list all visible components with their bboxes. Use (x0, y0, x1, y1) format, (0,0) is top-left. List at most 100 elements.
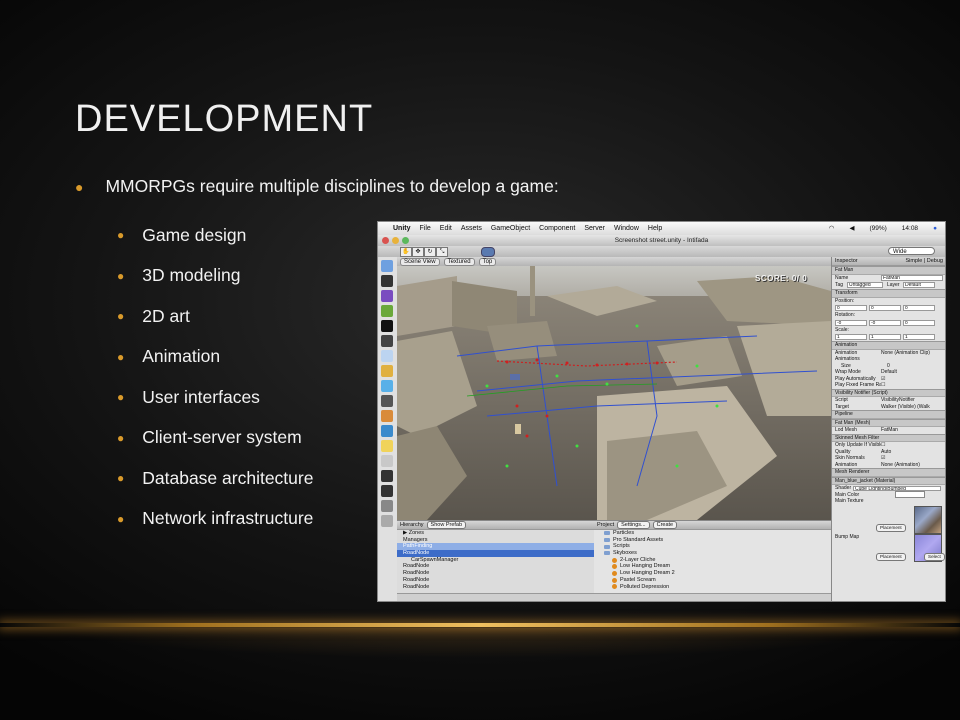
checkbox-icon[interactable]: ☐ (881, 442, 943, 448)
app-icon[interactable] (381, 470, 393, 482)
hand-tool-icon[interactable]: ✋ (400, 247, 412, 257)
object-header[interactable]: Fat Man (832, 266, 945, 275)
app-icon[interactable] (381, 305, 393, 317)
transform-header[interactable]: Transform (832, 289, 945, 298)
hierarchy-row[interactable]: CarSpawnManager (397, 557, 594, 564)
pipeline-header[interactable]: Pipeline (832, 410, 945, 419)
move-tool-icon[interactable]: ✥ (412, 247, 424, 257)
position-z[interactable]: 0 (903, 305, 935, 311)
menu-app[interactable]: Unity (393, 225, 411, 232)
project-row[interactable]: Pro Standard Assets (604, 537, 831, 544)
material-header[interactable]: Man_blue_jacket (Material) (832, 476, 945, 485)
mesh-header[interactable]: Fat Man (Mesh) (832, 418, 945, 427)
app-icon[interactable] (381, 440, 393, 452)
checkbox-icon[interactable]: ☑ (881, 376, 943, 382)
scene-view-tab[interactable]: Scene View (400, 257, 440, 266)
row-value[interactable]: Walker (Visible) (Walk (881, 404, 943, 410)
project-row[interactable]: Pastel Scream (604, 577, 831, 584)
mail-icon[interactable] (381, 350, 393, 362)
view-mode-dropdown[interactable]: Top (478, 257, 497, 266)
hierarchy-row[interactable]: PathFinding (397, 543, 594, 551)
scale-x[interactable]: 1 (835, 334, 867, 340)
app-icon[interactable] (381, 455, 393, 467)
close-window-icon[interactable] (382, 237, 389, 244)
hierarchy-row[interactable]: RoadNode (397, 563, 594, 570)
scene-viewport[interactable] (397, 266, 831, 520)
menu-assets[interactable]: Assets (461, 225, 482, 232)
row-value[interactable]: FatMan (881, 427, 943, 433)
create-button[interactable]: Create (652, 521, 678, 529)
menu-edit[interactable]: Edit (440, 225, 452, 232)
layer-dropdown[interactable]: Default (903, 282, 935, 288)
menu-file[interactable]: File (420, 225, 431, 232)
clock-text[interactable]: 14:08 (902, 225, 918, 232)
unity-icon[interactable] (381, 395, 393, 407)
row-value[interactable]: VisibilityNotifier (881, 397, 943, 403)
project-row[interactable]: Scripts (604, 543, 831, 550)
visibility-header[interactable]: Visibility Notifier (Script) (832, 388, 945, 397)
color-swatch[interactable] (895, 491, 926, 499)
layout-dropdown[interactable]: Wide (888, 247, 935, 255)
shader-dropdown[interactable]: Cube Lighting/Bumped (853, 485, 941, 491)
placement-button[interactable]: Placement (876, 523, 906, 532)
project-row[interactable]: 2-Layer Cliche (604, 557, 831, 564)
zoom-window-icon[interactable] (402, 237, 409, 244)
minimize-window-icon[interactable] (392, 237, 399, 244)
scale-y[interactable]: 1 (869, 334, 901, 340)
menu-server[interactable]: Server (584, 225, 605, 232)
position-x[interactable]: 0 (835, 305, 867, 311)
settings-button[interactable]: Settings... (617, 521, 650, 529)
debug-label[interactable]: Debug (927, 258, 943, 264)
app-icon[interactable] (381, 410, 393, 422)
row-value[interactable]: 0 (887, 363, 943, 369)
row-value[interactable]: Default (881, 369, 943, 375)
placement-button[interactable]: Placement (876, 552, 906, 561)
rotation-x[interactable]: -0 (835, 319, 867, 326)
hierarchy-row[interactable]: RoadNode (397, 577, 594, 584)
volume-icon[interactable]: ◀ (849, 224, 854, 232)
spotlight-icon[interactable]: ● (933, 225, 937, 232)
hierarchy-row[interactable]: RoadNode (397, 584, 594, 591)
row-value[interactable]: Auto (881, 449, 943, 455)
project-row[interactable]: Low Hanging Dream (604, 563, 831, 570)
checkbox-icon[interactable]: ☐ (881, 382, 943, 388)
menu-help[interactable]: Help (648, 225, 662, 232)
rotation-y[interactable]: -0 (869, 319, 901, 326)
menu-window[interactable]: Window (614, 225, 639, 232)
project-row[interactable]: Particles (604, 530, 831, 537)
inspector-tab[interactable]: Inspector (835, 257, 858, 265)
position-y[interactable]: 0 (869, 305, 901, 311)
animation-header[interactable]: Animation (832, 341, 945, 350)
row-value[interactable]: None (Animation) (881, 462, 943, 468)
renderer-header[interactable]: Mesh Renderer (832, 468, 945, 477)
hierarchy-tab[interactable]: Hierarchy (400, 522, 424, 528)
app-icon[interactable] (381, 485, 393, 497)
hierarchy-row[interactable]: ▶ Zones (397, 530, 594, 537)
scale-tool-icon[interactable]: ⤡ (436, 247, 448, 257)
debug-toggle[interactable]: Simple | Debug (905, 257, 943, 265)
project-row[interactable]: Low Hanging Dream 2 (604, 570, 831, 577)
project-tab[interactable]: Project (597, 522, 614, 528)
main-texture-thumbnail[interactable] (914, 505, 942, 534)
battery-text[interactable]: (99%) (869, 225, 886, 232)
app-icon[interactable] (381, 290, 393, 302)
name-field[interactable]: FatMan (881, 275, 943, 281)
play-button[interactable] (481, 247, 495, 257)
rotation-z[interactable]: 0 (903, 319, 935, 326)
render-mode-dropdown[interactable]: Textured (443, 257, 475, 266)
clock-icon[interactable] (381, 275, 393, 287)
chat-icon[interactable] (381, 380, 393, 392)
hierarchy-row[interactable]: RoadNode (397, 570, 594, 577)
menu-gameobject[interactable]: GameObject (491, 225, 530, 232)
skinned-header[interactable]: Skinned Mesh Filter (832, 433, 945, 442)
app-icon[interactable] (381, 335, 393, 347)
show-prefab-button[interactable]: Show Prefab (426, 521, 467, 529)
hierarchy-row[interactable]: RoadNode (397, 550, 594, 557)
rotate-tool-icon[interactable]: ↻ (424, 247, 436, 257)
simple-label[interactable]: Simple (905, 258, 922, 264)
hierarchy-row[interactable]: Managers (397, 537, 594, 544)
select-button[interactable]: Select (924, 552, 945, 561)
project-row[interactable]: Polluted Depression (604, 584, 831, 591)
project-row[interactable]: Skyboxes (604, 550, 831, 557)
finder-icon[interactable] (381, 260, 393, 272)
